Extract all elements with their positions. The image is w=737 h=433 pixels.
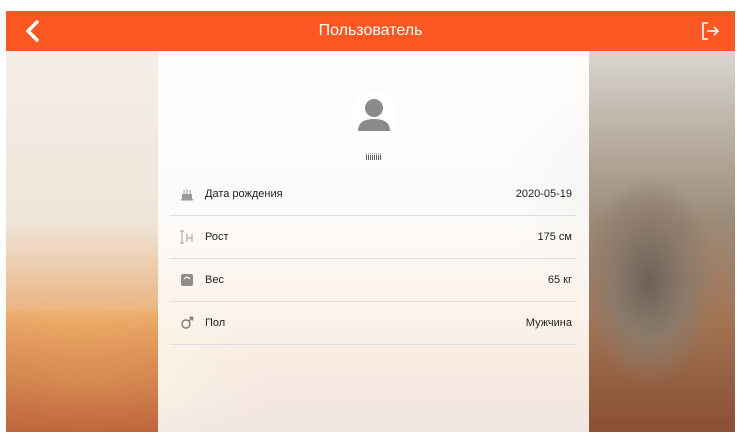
chevron-left-icon [26, 20, 39, 42]
header-bar: Пользователь [6, 11, 735, 51]
row-label: Пол [205, 317, 226, 329]
back-button[interactable] [20, 18, 46, 44]
background-track [6, 311, 158, 432]
row-value: 175 см [537, 231, 572, 243]
height-icon [179, 229, 195, 245]
row-weight[interactable]: Вес 65 кг [170, 259, 576, 302]
row-height[interactable]: Рост 175 см [170, 216, 576, 259]
row-gender[interactable]: Пол Мужчина [170, 302, 576, 345]
scale-icon [179, 272, 195, 288]
row-birthdate[interactable]: Дата рождения 2020-05-19 [170, 173, 576, 216]
user-avatar-icon [351, 91, 397, 137]
page-title: Пользователь [318, 22, 423, 39]
logout-button[interactable] [697, 18, 723, 44]
row-label: Дата рождения [205, 188, 283, 200]
profile-info-list: Дата рождения 2020-05-19 Рост 175 см Вес… [170, 173, 576, 345]
row-value: Мужчина [525, 317, 572, 329]
row-label: Рост [205, 231, 229, 243]
row-label: Вес [205, 274, 224, 286]
username: iiiiiiii [365, 152, 382, 162]
profile-panel: iiiiiiii Дата рождения 2020-05-19 Рост 1… [158, 51, 589, 432]
avatar[interactable] [351, 91, 397, 137]
birthday-cake-icon [179, 186, 195, 202]
logout-icon [702, 22, 720, 40]
app-frame: Пользователь iiiiiiii Дата рождения 2020… [6, 11, 735, 432]
background-shoe [589, 51, 735, 432]
row-value: 65 кг [547, 274, 572, 286]
gender-icon [179, 315, 195, 331]
row-value: 2020-05-19 [515, 188, 572, 200]
